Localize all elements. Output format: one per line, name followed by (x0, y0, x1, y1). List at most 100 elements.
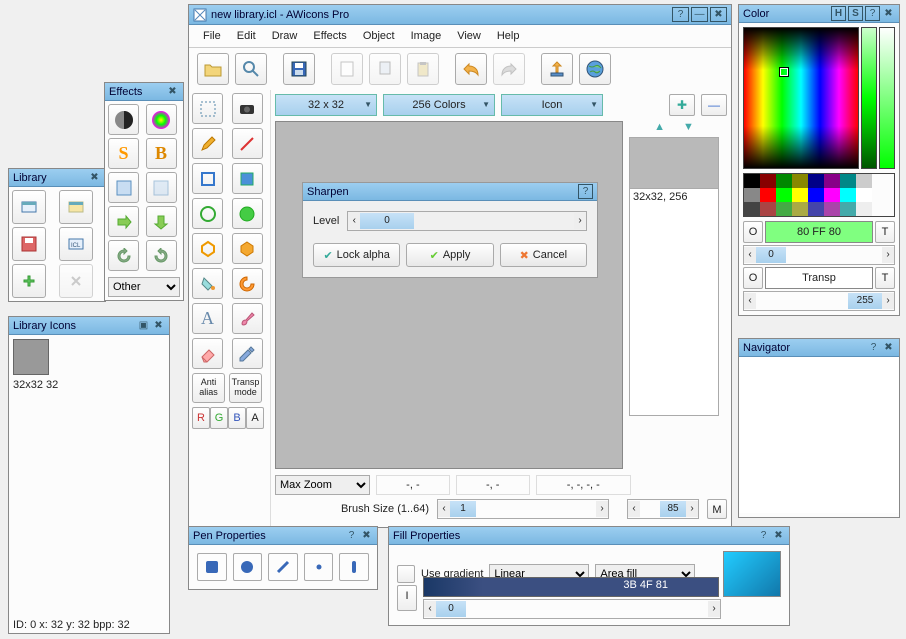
h-button[interactable]: H (831, 6, 846, 21)
help-icon[interactable]: ? (865, 6, 880, 21)
dialog-help-icon[interactable]: ? (578, 184, 593, 199)
tool-screenshot[interactable] (232, 93, 263, 124)
upload-button[interactable] (541, 53, 573, 85)
effect-s[interactable]: S (108, 138, 139, 169)
effect-sharpen[interactable] (108, 172, 139, 203)
tool-polygon-filled[interactable] (232, 233, 263, 264)
close-button[interactable]: ✖ (710, 7, 727, 22)
colors-dropdown[interactable]: 256 Colors (383, 94, 495, 116)
gradient-bar[interactable]: 3B 4F 81 (423, 577, 719, 597)
paste-button[interactable] (407, 53, 439, 85)
save-button[interactable] (283, 53, 315, 85)
close-icon[interactable]: ✖ (88, 171, 101, 184)
transp-mode-button[interactable]: Transp mode (229, 373, 262, 403)
size-dropdown[interactable]: 32 x 32 (275, 94, 377, 116)
effect-arrow-down[interactable] (146, 206, 177, 237)
undo-button[interactable] (455, 53, 487, 85)
pen-dot[interactable] (304, 553, 334, 581)
close-icon[interactable]: ✖ (882, 341, 895, 354)
help-icon[interactable]: ? (345, 529, 358, 542)
effect-b[interactable]: B (146, 138, 177, 169)
m-button[interactable]: M (707, 499, 727, 519)
channel-b[interactable]: B (228, 407, 246, 429)
library-icon-thumb[interactable] (13, 339, 49, 375)
pen-bar[interactable] (339, 553, 369, 581)
antialias-button[interactable]: Anti alias (192, 373, 225, 403)
channel-g[interactable]: G (210, 407, 228, 429)
add-frame-button[interactable]: ✚ (669, 94, 695, 116)
s-button[interactable]: S (848, 6, 863, 21)
help-icon[interactable]: ? (867, 341, 880, 354)
redo-button[interactable] (493, 53, 525, 85)
brush-scroll[interactable]: ‹85› (627, 499, 699, 519)
gradient-checkbox[interactable] (397, 565, 415, 583)
close-icon[interactable]: ✖ (152, 319, 165, 332)
effects-dropdown[interactable]: Other (108, 277, 180, 297)
library-new-button[interactable] (12, 190, 46, 224)
zoom-dropdown[interactable]: Max Zoom (275, 475, 370, 495)
canvas[interactable]: Sharpen? Level ‹0› ✔Lock alpha ✔Apply ✖C… (275, 121, 623, 469)
close-icon[interactable]: ✖ (166, 85, 179, 98)
effect-rotate-cw[interactable] (146, 240, 177, 271)
frame-down-icon[interactable]: ▼ (683, 121, 694, 133)
library-add-button[interactable] (12, 264, 46, 298)
t-button[interactable]: T (875, 221, 895, 243)
copy-button[interactable] (369, 53, 401, 85)
effect-arrow-right[interactable] (108, 206, 139, 237)
tool-text[interactable]: A (192, 303, 223, 334)
palette-grid[interactable] (743, 173, 895, 217)
color-field[interactable] (743, 27, 859, 169)
channel-a[interactable]: A (246, 407, 264, 429)
remove-frame-button[interactable]: — (701, 94, 727, 116)
collapse-icon[interactable]: ▣ (137, 319, 150, 332)
menu-effects[interactable]: Effects (307, 28, 352, 44)
alpha-spinner[interactable]: ‹255› (743, 291, 895, 311)
library-icl-button[interactable]: ICL (59, 227, 93, 261)
menu-image[interactable]: Image (405, 28, 448, 44)
brush-size-spinner[interactable]: ‹1› (437, 499, 609, 519)
close-icon[interactable]: ✖ (772, 529, 785, 542)
library-delete-button[interactable] (59, 264, 93, 298)
minimize-button[interactable]: — (691, 7, 708, 22)
close-icon[interactable]: ✖ (882, 7, 895, 20)
new-button[interactable] (331, 53, 363, 85)
cancel-button[interactable]: ✖Cancel (500, 243, 587, 267)
tool-circle-outline[interactable] (192, 198, 223, 229)
t-button-2[interactable]: T (875, 267, 895, 289)
tool-rect-filled[interactable] (232, 163, 263, 194)
pen-square[interactable] (197, 553, 227, 581)
lock-alpha-button[interactable]: ✔Lock alpha (313, 243, 400, 267)
channel-r[interactable]: R (192, 407, 210, 429)
tool-pencil[interactable] (192, 128, 223, 159)
help-icon[interactable]: ? (757, 529, 770, 542)
saturation-slider[interactable] (879, 27, 895, 169)
close-icon[interactable]: ✖ (360, 529, 373, 542)
type-dropdown[interactable]: Icon (501, 94, 603, 116)
effect-grayscale[interactable] (108, 104, 139, 135)
open-button[interactable] (197, 53, 229, 85)
menu-view[interactable]: View (451, 28, 487, 44)
library-save-button[interactable] (12, 227, 46, 261)
i-button[interactable]: I (397, 585, 417, 611)
lightness-slider[interactable] (861, 27, 877, 169)
apply-button[interactable]: ✔Apply (406, 243, 493, 267)
o-button[interactable]: O (743, 221, 763, 243)
menu-help[interactable]: Help (491, 28, 526, 44)
tool-select[interactable] (192, 93, 223, 124)
o-button-2[interactable]: O (743, 267, 763, 289)
library-open-button[interactable] (59, 190, 93, 224)
frame-up-icon[interactable]: ▲ (654, 121, 665, 133)
menu-file[interactable]: File (197, 28, 227, 44)
menu-draw[interactable]: Draw (266, 28, 304, 44)
tool-eraser[interactable] (192, 338, 223, 369)
effect-rotate-ccw[interactable] (108, 240, 139, 271)
effect-hue[interactable] (146, 104, 177, 135)
help-button[interactable]: ? (672, 7, 689, 22)
preview-thumb[interactable] (630, 138, 718, 188)
menu-edit[interactable]: Edit (231, 28, 262, 44)
color-value-spinner[interactable]: ‹0› (743, 245, 895, 265)
effect-blur[interactable] (146, 172, 177, 203)
menu-object[interactable]: Object (357, 28, 401, 44)
tool-rect-outline[interactable] (192, 163, 223, 194)
pen-slash[interactable] (268, 553, 298, 581)
